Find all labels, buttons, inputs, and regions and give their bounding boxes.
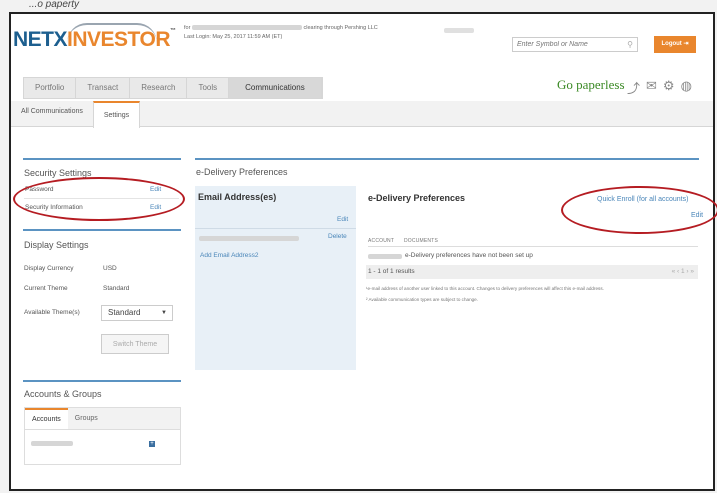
annotation-circle-security — [13, 177, 185, 221]
tab-portfolio[interactable]: Portfolio — [24, 78, 77, 98]
tab-tools[interactable]: Tools — [187, 78, 230, 98]
currency-label: Display Currency — [24, 265, 74, 272]
available-themes-label: Available Theme(s) — [24, 309, 80, 316]
redacted-email — [199, 236, 299, 241]
subtab-settings[interactable]: Settings — [92, 101, 141, 128]
top-strip: ...o paperty — [9, 0, 709, 12]
for-label: for — [184, 25, 191, 31]
accounts-groups-panel: Accounts Groups + — [24, 407, 181, 465]
annotation-circle-quick-enroll — [561, 186, 717, 234]
symbol-search[interactable]: ⚲ — [512, 37, 638, 52]
search-input[interactable] — [513, 38, 621, 51]
redacted-account — [191, 25, 302, 31]
email-edit-link[interactable]: Edit — [337, 216, 348, 223]
logout-button[interactable]: Logout ⇥ — [654, 36, 696, 53]
clearing-text: clearing through Pershing LLC — [303, 25, 378, 31]
search-icon[interactable]: ⚲ — [627, 40, 633, 49]
currency-value: USD — [103, 265, 117, 272]
delivery-rule — [195, 158, 699, 160]
results-count: 1 - 1 of 1 results — [368, 268, 415, 275]
divider — [368, 246, 698, 247]
tab-groups[interactable]: Groups — [68, 408, 105, 429]
theme-select-value: Standard — [108, 308, 141, 317]
account-info: for clearing through Pershing LLC Last L… — [184, 24, 378, 42]
add-email-link[interactable]: Add Email Address2 — [200, 252, 259, 259]
preferences-title: e-Delivery Preferences — [368, 193, 466, 203]
footnote-2: ² Available communication types are subj… — [366, 297, 479, 302]
security-rule — [23, 158, 181, 160]
delivery-section-title: e-Delivery Preferences — [196, 167, 288, 177]
email-addresses-title: Email Address(es) — [198, 192, 277, 202]
accounts-groups-title: Accounts & Groups — [24, 389, 102, 399]
tab-research[interactable]: Research — [130, 78, 188, 98]
logo-trademark: ™ — [169, 28, 176, 34]
expand-plus-icon[interactable]: + — [149, 441, 155, 447]
logout-label: Logout — [661, 41, 682, 47]
display-settings-title: Display Settings — [24, 240, 89, 250]
subtab-all-communications[interactable]: All Communications — [11, 101, 93, 126]
envelope-icon[interactable]: ✉ — [646, 78, 657, 97]
app-frame: NETXINVESTOR™ for clearing through Persh… — [9, 12, 717, 491]
email-delete-link[interactable]: Delete — [328, 233, 347, 240]
redacted-account-number — [368, 254, 402, 259]
chevron-down-icon: ▼ — [161, 310, 167, 316]
switch-theme-button[interactable]: Switch Theme — [101, 334, 169, 354]
tab-accounts[interactable]: Accounts — [25, 408, 68, 429]
theme-select[interactable]: Standard ▼ — [101, 305, 173, 321]
redacted-account-name — [31, 441, 73, 446]
tab-transact[interactable]: Transact — [76, 78, 131, 98]
footnote-1: ¹e-mail address of another user linked t… — [366, 286, 604, 291]
accounts-tabrow: Accounts Groups — [25, 408, 180, 430]
divider — [195, 228, 356, 229]
paperless-chart-icon[interactable]: ⤴ — [627, 78, 640, 97]
gear-icon[interactable]: ⚙ — [663, 78, 675, 97]
globe-icon[interactable]: ◍ — [681, 78, 692, 97]
logo-netx: NETX — [13, 28, 68, 51]
col-documents: DOCUMENTS — [404, 238, 439, 244]
pager[interactable]: « ‹ 1 › » — [672, 268, 694, 275]
main-nav: Portfolio Transact Research Tools Commun… — [23, 77, 323, 99]
logout-icon: ⇥ — [683, 41, 689, 47]
results-bar: 1 - 1 of 1 results « ‹ 1 › » — [366, 265, 698, 279]
page-caption: ...o paperty — [29, 0, 80, 10]
go-paperless-link[interactable]: Go paperless — [557, 77, 625, 93]
current-theme-label: Current Theme — [24, 285, 68, 292]
email-panel: Email Address(es) Edit Delete Add Email … — [195, 186, 356, 370]
current-theme-value: Standard — [103, 285, 130, 292]
not-setup-message: e-Delivery preferences have not been set… — [405, 252, 533, 259]
last-login: Last Login: May 25, 2017 11:59 AM (ET) — [184, 34, 283, 40]
display-rule — [23, 229, 181, 231]
logo-investor: INVESTOR — [67, 28, 170, 51]
tab-communications[interactable]: Communications — [229, 78, 322, 98]
logo: NETXINVESTOR™ — [13, 28, 176, 52]
redacted-user — [444, 28, 474, 33]
header-icons: ⤴ ✉ ⚙ ◍ — [627, 78, 692, 97]
accounts-rule — [23, 380, 181, 382]
sub-tabs: All Communications Settings — [11, 101, 713, 128]
col-account: ACCOUNT — [368, 238, 395, 244]
